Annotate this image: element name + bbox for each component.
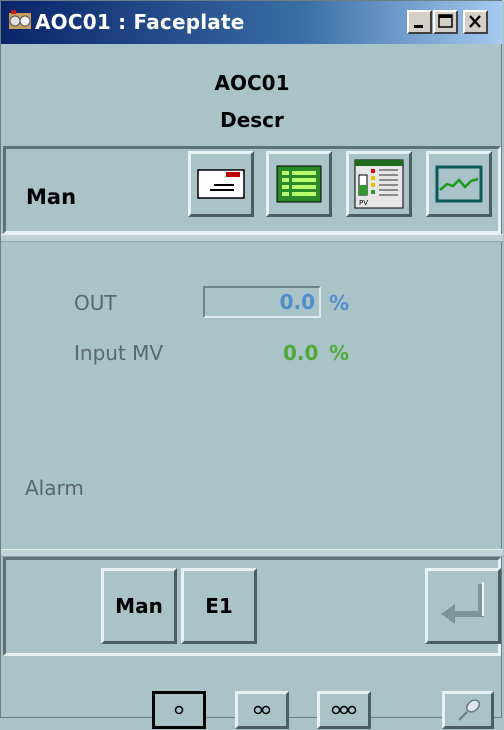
close-button[interactable] [463, 10, 488, 34]
pin-icon [458, 699, 481, 721]
tag-name: AOC01 [214, 71, 290, 95]
minimize-icon [414, 25, 423, 28]
tag-description: Descr [220, 108, 284, 132]
small-view-button[interactable] [152, 691, 206, 729]
mode-status: Man [26, 185, 77, 209]
faceplate-window: AOC01 : Faceplate AOC01 Descr Man PV OUT… [0, 0, 503, 729]
out-value: 0.0 [279, 290, 315, 314]
faceplate-button[interactable]: PV [346, 151, 412, 217]
input-mv-unit: % [329, 341, 350, 365]
out-label: OUT [74, 291, 117, 315]
out-unit: % [329, 291, 350, 315]
list-icon [276, 165, 322, 203]
window-title: AOC01 : Faceplate [35, 10, 245, 34]
input-mv-value: 0.0 [283, 341, 319, 365]
e1-button[interactable]: E1 [181, 568, 257, 644]
close-icon [469, 15, 481, 28]
manual-mode-button[interactable]: Man [101, 568, 177, 644]
pin-button[interactable] [442, 691, 494, 729]
list-button[interactable] [266, 151, 332, 217]
trend-icon [435, 165, 483, 203]
medium-view-button[interactable] [235, 691, 289, 729]
medium-view-icon [253, 705, 271, 715]
small-view-icon [174, 705, 184, 715]
svg-text:PV: PV [359, 199, 368, 207]
maximize-icon [438, 14, 453, 28]
enter-icon [441, 582, 484, 624]
input-mv-label: Input MV [74, 341, 164, 365]
trend-button[interactable] [426, 151, 492, 217]
divider [1, 234, 503, 242]
large-view-icon [331, 705, 357, 715]
divider [1, 549, 503, 557]
large-view-button[interactable] [317, 691, 371, 729]
maximize-button[interactable] [433, 10, 458, 34]
minimize-button[interactable] [407, 10, 432, 34]
message-icon [197, 169, 245, 199]
out-value-field[interactable]: 0.0 [203, 286, 321, 318]
app-icon [9, 10, 31, 29]
title-bar[interactable]: AOC01 : Faceplate [1, 1, 503, 44]
alarm-label: Alarm [25, 476, 84, 500]
message-button[interactable] [188, 151, 254, 217]
enter-button[interactable] [425, 568, 501, 644]
faceplate-icon: PV [354, 159, 404, 209]
